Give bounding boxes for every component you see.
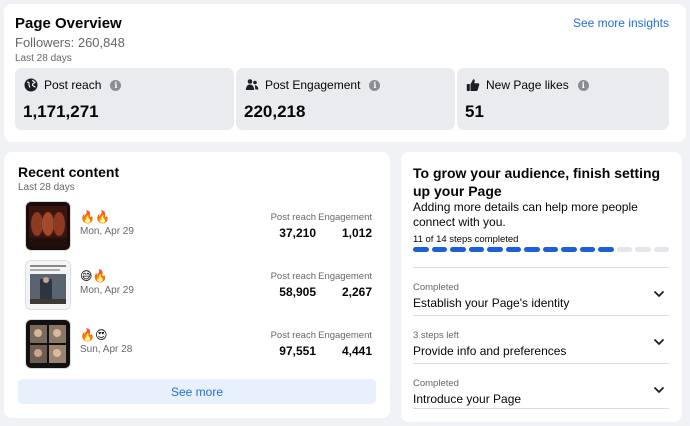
progress-segment [579,247,595,252]
metric-post-engagement[interactable]: Post Engagement i 220,218 [236,68,455,130]
thumbs-up-icon [466,78,480,92]
post-emoji: 🔥😍 [80,328,108,342]
post-reach-value: 37,210 [279,226,316,240]
steps-completed-text: 11 of 14 steps completed [413,234,519,245]
divider [413,408,669,409]
progress-segment [542,247,558,252]
followers-count: Followers: 260,848 [15,35,125,50]
page-overview-title: Page Overview [15,15,122,32]
post-reach-label: Post reach [270,271,316,282]
post-date: Mon, Apr 29 [80,285,134,296]
post-reach-label: Post reach [270,212,316,223]
people-icon [245,78,259,92]
progress-segment [635,247,651,252]
see-more-insights-link[interactable]: See more insights [573,16,669,30]
metric-new-page-likes[interactable]: New Page likes i 51 [457,68,669,130]
info-icon[interactable]: i [369,79,381,91]
engagement-value: 4,441 [341,344,372,358]
post-row[interactable]: 🔥🔥 Mon, Apr 29 Post reach 37,210 Engagem… [24,202,374,250]
info-icon[interactable]: i [577,79,589,91]
progress-segment [524,247,540,252]
post-thumbnail[interactable] [26,320,70,368]
chevron-down-icon[interactable] [653,336,665,348]
info-icon[interactable]: i [110,79,122,91]
globe-icon [24,78,38,92]
post-emoji: 🔥🔥 [80,210,110,224]
engagement-stat: Engagement 4,441 [318,330,372,358]
metric-value: 51 [465,102,484,121]
metric-value: 1,171,271 [23,102,99,121]
post-row[interactable]: 😅🔥 Mon, Apr 29 Post reach 58,905 Engagem… [24,261,374,309]
post-reach-stat: Post reach 37,210 [271,212,316,240]
metric-value: 220,218 [244,102,306,121]
step-status: 3 steps left [413,330,459,341]
engagement-stat: Engagement 2,267 [318,271,372,299]
engagement-stat: Engagement 1,012 [318,212,372,240]
progress-segment [561,247,577,252]
engagement-label: Engagement [318,271,372,282]
step-provide-info[interactable]: 3 steps left Provide info and preference… [413,315,669,361]
page-overview-card: Page Overview Followers: 260,848 Last 28… [4,4,686,142]
metric-label: Post reach [44,78,102,92]
post-reach-stat: Post reach 97,551 [271,330,316,358]
chevron-down-icon[interactable] [653,288,665,300]
post-date: Mon, Apr 29 [80,226,134,237]
progress-segment [616,247,632,252]
progress-segment [450,247,466,252]
progress-segment [505,247,521,252]
step-label: Establish your Page's identity [413,296,570,310]
grow-description: Adding more details can help more people… [413,200,638,229]
grow-title: To grow your audience, finish setting up… [413,165,661,199]
progress-segment [431,247,447,252]
post-reach-value: 58,905 [279,285,316,299]
engagement-value: 2,267 [341,285,372,299]
recent-content-card: Recent content Last 28 days 🔥🔥 Mon, Apr … [4,152,390,418]
step-label: Provide info and preferences [413,344,567,358]
post-emoji: 😅🔥 [80,269,108,283]
step-status: Completed [413,282,459,293]
metric-label: Post Engagement [265,78,361,92]
progress-segment [598,247,614,252]
step-establish-identity[interactable]: Completed Establish your Page's identity [413,267,669,313]
engagement-label: Engagement [318,330,372,341]
progress-segment [468,247,484,252]
progress-segment [653,247,669,252]
post-thumbnail[interactable] [26,261,70,309]
step-introduce-page[interactable]: Completed Introduce your Page [413,363,669,409]
engagement-label: Engagement [318,212,372,223]
see-more-button[interactable]: See more [18,379,376,404]
step-status: Completed [413,378,459,389]
metric-label: New Page likes [486,78,569,92]
chevron-down-icon[interactable] [653,384,665,396]
engagement-value: 1,012 [341,226,372,240]
step-label: Introduce your Page [413,392,522,406]
post-row[interactable]: 🔥😍 Sun, Apr 28 Post reach 97,551 Engagem… [24,320,374,368]
metric-post-reach[interactable]: Post reach i 1,171,271 [15,68,234,130]
post-reach-value: 97,551 [279,344,316,358]
post-thumbnail[interactable] [26,202,70,250]
post-reach-stat: Post reach 58,905 [271,271,316,299]
overview-period: Last 28 days [15,53,72,64]
recent-content-period: Last 28 days [18,182,75,193]
setup-progress-bar [413,247,669,253]
progress-segment [487,247,503,252]
grow-audience-card: To grow your audience, finish setting up… [401,152,682,422]
post-date: Sun, Apr 28 [80,344,133,355]
post-reach-label: Post reach [270,330,316,341]
recent-content-title: Recent content [18,164,120,180]
progress-segment [413,247,429,252]
